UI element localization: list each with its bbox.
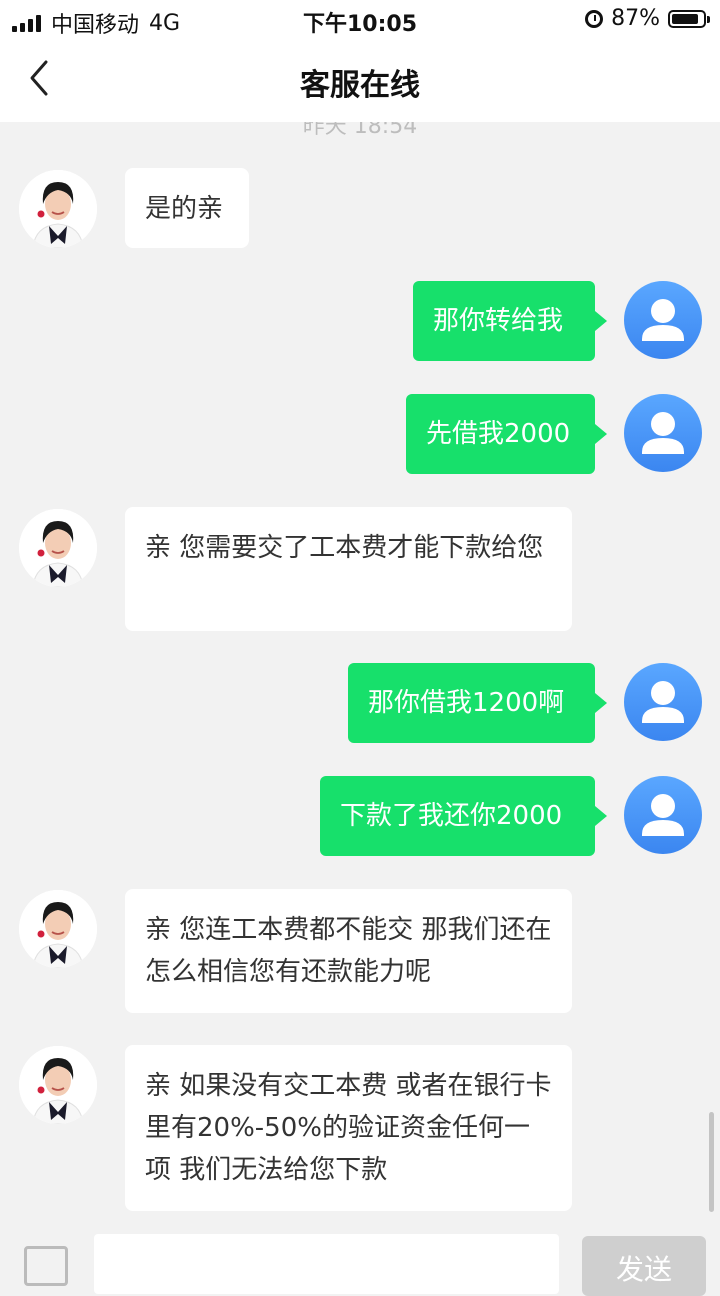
agent-message-bubble: 是的亲 (125, 168, 249, 248)
chat-area[interactable]: 昨天 18:54 是的亲 那你转给我 先借我2000 亲 您需要交了工本费才能下… (0, 122, 720, 1220)
agent-portrait-icon (19, 1046, 97, 1124)
user-avatar[interactable] (624, 776, 702, 854)
user-placeholder-icon (642, 412, 684, 454)
user-message-bubble: 先借我2000 (406, 394, 607, 474)
user-avatar[interactable] (624, 394, 702, 472)
message-input[interactable] (94, 1234, 559, 1294)
agent-portrait-icon (19, 890, 97, 968)
nav-bar: 客服在线 (0, 40, 720, 122)
user-placeholder-icon (642, 794, 684, 836)
agent-portrait-icon (19, 170, 97, 248)
status-bar: 中国移动 4G 下午10:05 87% (0, 0, 720, 40)
alarm-icon (585, 9, 604, 28)
agent-message-bubble: 亲 您连工本费都不能交 那我们还在怎么相信您有还款能力呢 (125, 889, 572, 1013)
user-message-bubble: 那你借我1200啊 (348, 663, 607, 743)
user-avatar[interactable] (624, 663, 702, 741)
scrollbar[interactable] (709, 1112, 714, 1212)
battery-icon (668, 9, 710, 28)
agent-avatar[interactable] (19, 1046, 97, 1124)
user-avatar[interactable] (624, 281, 702, 359)
agent-message-bubble: 亲 您需要交了工本费才能下款给您 (125, 507, 572, 631)
user-message-bubble: 那你转给我 (413, 281, 607, 361)
agent-portrait-icon (19, 509, 97, 587)
input-bar: 发送 (0, 1220, 720, 1296)
battery-percent: 87% (611, 6, 660, 31)
user-placeholder-icon (642, 681, 684, 723)
agent-avatar[interactable] (19, 509, 97, 587)
user-placeholder-icon (642, 299, 684, 341)
message-timestamp: 昨天 18:54 (302, 122, 418, 139)
image-icon[interactable] (24, 1246, 68, 1286)
page-title: 客服在线 (300, 68, 420, 103)
agent-avatar[interactable] (19, 890, 97, 968)
agent-message-bubble: 亲 如果没有交工本费 或者在银行卡里有20%-50%的验证资金任何一项 我们无法… (125, 1045, 572, 1211)
agent-avatar[interactable] (19, 170, 97, 248)
send-button[interactable]: 发送 (582, 1236, 706, 1296)
user-message-bubble: 下款了我还你2000 (320, 776, 607, 856)
